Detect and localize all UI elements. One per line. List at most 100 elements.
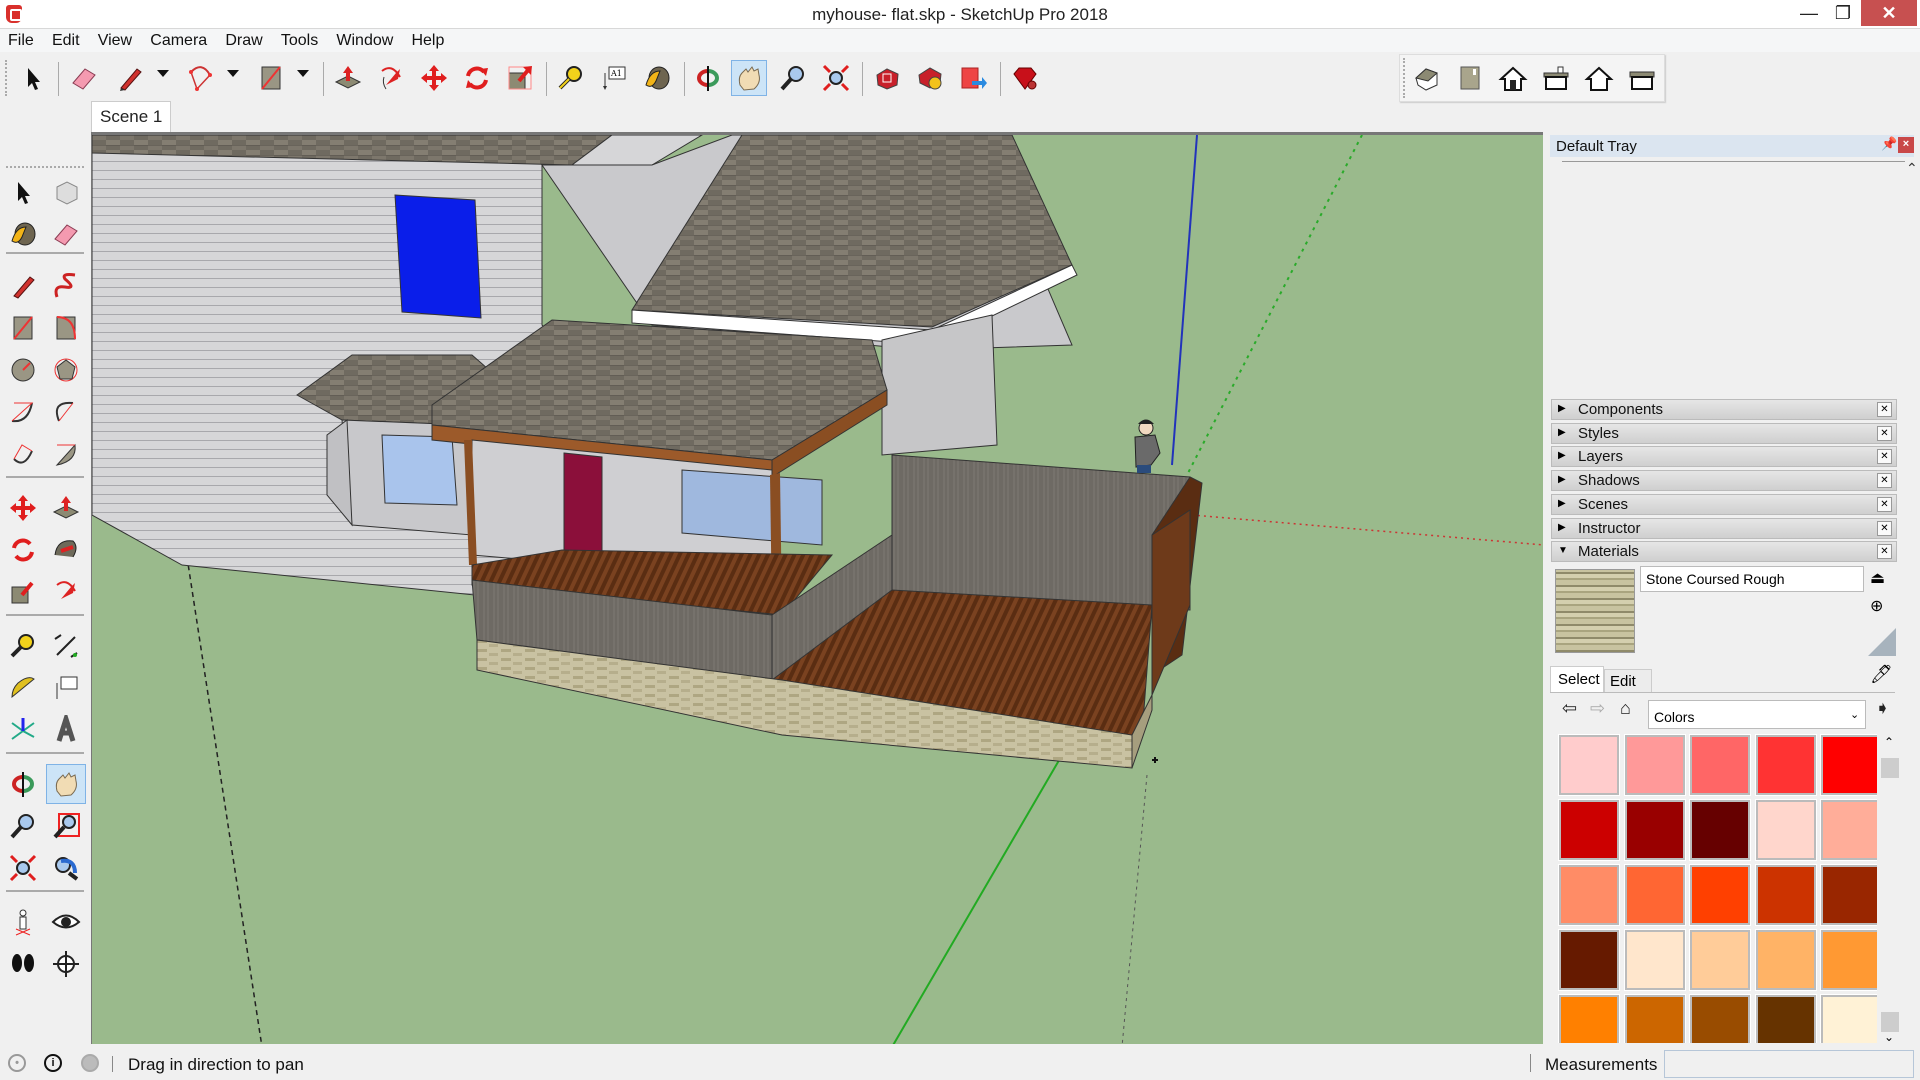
menu-draw[interactable]: Draw (225, 29, 262, 50)
tab-select[interactable]: Select (1550, 666, 1604, 692)
color-swatch[interactable] (1623, 994, 1686, 1043)
back-view-button[interactable] (1581, 60, 1617, 96)
menu-window[interactable]: Window (336, 29, 393, 50)
color-swatch[interactable] (1754, 734, 1817, 796)
details-arrow-icon[interactable]: ➧ (1875, 698, 1890, 719)
color-swatch[interactable] (1558, 734, 1620, 796)
move-tool-button[interactable] (416, 60, 452, 96)
back-arrow-icon[interactable]: ⇦ (1562, 698, 1577, 719)
color-swatch[interactable] (1754, 864, 1817, 926)
views-toolbar-grip[interactable] (1403, 58, 1406, 98)
zoom-extents-tool-button[interactable] (818, 60, 854, 96)
panel-layers[interactable]: ▶ Layers ✕ (1551, 446, 1897, 467)
menu-file[interactable]: File (8, 29, 34, 50)
send-to-layout-button[interactable] (955, 60, 991, 96)
panel-close-icon[interactable]: ✕ (1877, 449, 1892, 464)
follow-me-tool-button[interactable] (373, 60, 409, 96)
color-swatch[interactable] (1754, 994, 1817, 1043)
panel-instructor[interactable]: ▶ Instructor ✕ (1551, 518, 1897, 539)
section-plane-tool-button[interactable] (46, 944, 86, 984)
eraser-tool-button[interactable] (46, 214, 86, 254)
3d-text-tool-button[interactable] (46, 710, 86, 750)
position-camera-tool-button[interactable] (3, 902, 43, 942)
panel-components[interactable]: ▶ Components ✕ (1551, 399, 1897, 420)
scale-tool-button[interactable] (3, 572, 43, 612)
rectangle-tool-button[interactable] (253, 60, 289, 96)
swatch-scrollbar[interactable]: ⌃ ⌄ (1880, 733, 1900, 1044)
line-tool-button[interactable] (3, 266, 43, 306)
color-swatch[interactable] (1820, 864, 1877, 926)
axes-tool-button[interactable] (3, 710, 43, 750)
color-swatch[interactable] (1558, 994, 1620, 1043)
default-material-icon[interactable] (1868, 628, 1896, 656)
select-tool-button[interactable] (3, 172, 43, 212)
top-view-button[interactable] (1452, 60, 1488, 96)
freehand-tool-button[interactable] (46, 266, 86, 306)
protractor-tool-button[interactable] (3, 668, 43, 708)
paint-bucket-tool-button[interactable] (3, 214, 43, 254)
material-library-select[interactable]: Colors (1648, 700, 1866, 729)
color-swatch[interactable] (1623, 799, 1686, 861)
select-tool-button[interactable] (15, 60, 51, 96)
forward-arrow-icon[interactable]: ⇨ (1590, 698, 1605, 719)
color-swatch[interactable] (1820, 734, 1877, 796)
rectangle-dropdown-arrow[interactable] (297, 70, 309, 77)
scroll-down-icon[interactable]: ⌄ (1884, 1030, 1894, 1044)
iso-view-button[interactable] (1409, 60, 1445, 96)
color-swatch[interactable] (1623, 864, 1686, 926)
toolbar-grip[interactable] (5, 60, 8, 96)
color-swatch[interactable] (1754, 799, 1817, 861)
menu-camera[interactable]: Camera (150, 29, 207, 50)
pin-icon[interactable]: 📌 (1881, 136, 1897, 152)
panel-scenes[interactable]: ▶ Scenes ✕ (1551, 494, 1897, 515)
color-swatch[interactable] (1820, 994, 1877, 1043)
home-icon[interactable]: ⌂ (1620, 698, 1631, 719)
maximize-button[interactable]: ❐ (1820, 0, 1866, 26)
push-pull-tool-button[interactable] (330, 60, 366, 96)
look-around-tool-button[interactable] (46, 902, 86, 942)
color-swatch[interactable] (1689, 864, 1751, 926)
color-swatch[interactable] (1689, 929, 1751, 991)
panel-close-icon[interactable]: ✕ (1877, 497, 1892, 512)
rotate-tool-button[interactable] (3, 530, 43, 570)
text-tool-button[interactable]: A1 (596, 60, 632, 96)
make-component-tool-button[interactable] (46, 172, 86, 212)
color-swatch[interactable] (1754, 929, 1817, 991)
rotate-tool-button[interactable] (459, 60, 495, 96)
text-tool-button[interactable] (46, 668, 86, 708)
scene-tab[interactable]: Scene 1 (91, 101, 171, 132)
left-view-button[interactable] (1624, 60, 1660, 96)
color-swatch[interactable] (1820, 929, 1877, 991)
zoom-window-tool-button[interactable] (46, 806, 86, 846)
arc-dropdown-arrow[interactable] (227, 70, 239, 77)
rectangle-tool-button[interactable] (3, 308, 43, 348)
close-button[interactable]: ✕ (1861, 0, 1917, 26)
panel-close-icon[interactable]: ✕ (1877, 473, 1892, 488)
right-view-button[interactable] (1538, 60, 1574, 96)
orbit-tool-button[interactable] (3, 764, 43, 804)
panel-close-icon[interactable]: ✕ (1877, 426, 1892, 441)
eyedropper-icon[interactable]: 🖊 (1870, 664, 1893, 685)
color-swatch[interactable] (1689, 734, 1751, 796)
polygon-tool-button[interactable] (46, 350, 86, 390)
panel-close-icon[interactable]: ✕ (1877, 402, 1892, 417)
eraser-tool-button[interactable] (66, 60, 102, 96)
color-swatch[interactable] (1558, 929, 1620, 991)
extension-manager-button[interactable] (1007, 60, 1043, 96)
display-secondary-pane-icon[interactable]: ⏏ (1870, 568, 1885, 588)
tab-edit[interactable]: Edit (1604, 669, 1652, 692)
tape-measure-tool-button[interactable] (3, 626, 43, 666)
chevron-down-icon[interactable]: ⌄ (1850, 708, 1859, 721)
follow-me-tool-button[interactable] (46, 530, 86, 570)
tray-scroll-up-icon[interactable]: ⌃ (1906, 160, 1918, 177)
front-view-button[interactable] (1495, 60, 1531, 96)
extension-warehouse-button[interactable] (912, 60, 948, 96)
color-swatch[interactable] (1820, 799, 1877, 861)
tray-close-button[interactable]: × (1898, 137, 1914, 153)
menu-edit[interactable]: Edit (52, 29, 80, 50)
panel-close-icon[interactable]: ✕ (1877, 521, 1892, 536)
3d-warehouse-button[interactable] (869, 60, 905, 96)
pan-tool-button[interactable] (731, 60, 767, 96)
color-swatch[interactable] (1558, 864, 1620, 926)
orbit-tool-button[interactable] (690, 60, 726, 96)
